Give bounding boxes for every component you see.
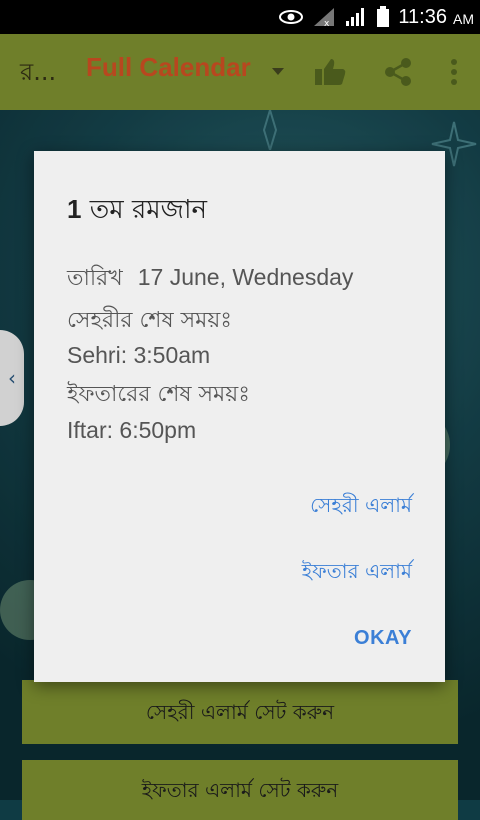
okay-button[interactable]: OKAY (354, 627, 412, 650)
signal-icon (344, 6, 368, 28)
eye-icon (278, 9, 304, 25)
status-bar: x 11:36 AM (0, 0, 480, 34)
iftar-end-label: ইফতারের শেষ সময়ঃ (67, 382, 250, 407)
iftar-alarm-link[interactable]: ইফতার এলার্ম (302, 557, 412, 590)
app-bar: র... Full Calendar (0, 34, 480, 110)
clock-time: 11:36 (398, 5, 447, 28)
ramadan-day-dialog: 1 তম রমজান তারিখ 17 June, Wednesday সেহর… (34, 151, 445, 682)
set-iftar-alarm-button[interactable]: ইফতার এলার্ম সেট করুন (22, 760, 458, 820)
iftar-time: Iftar: 6:50pm (67, 417, 197, 443)
sehri-end-label: সেহরীর শেষ সময়ঃ (67, 308, 233, 333)
sehri-time: Sehri: 3:50am (67, 342, 211, 368)
calendar-dropdown[interactable]: Full Calendar (86, 52, 251, 83)
date-label: তারিখ (67, 266, 123, 291)
dropdown-arrow-icon[interactable] (272, 68, 284, 75)
overflow-menu-icon[interactable] (436, 54, 472, 90)
dialog-title-number: 1 (67, 194, 82, 224)
date-row: তারিখ 17 June, Wednesday (67, 261, 353, 298)
app-title: র... (20, 58, 57, 86)
share-icon[interactable] (380, 54, 416, 90)
battery-icon (376, 6, 390, 28)
clock-ampm: AM (453, 11, 474, 27)
dialog-title-text: তম রমজান (89, 195, 208, 225)
dialog-title: 1 তম রমজান (67, 189, 207, 233)
no-signal-icon: x (312, 6, 336, 28)
set-sehri-alarm-button[interactable]: সেহরী এলার্ম সেট করুন (22, 680, 458, 744)
like-icon[interactable] (312, 54, 348, 90)
date-value: 17 June, Wednesday (137, 264, 354, 290)
svg-text:x: x (324, 19, 330, 28)
sehri-alarm-link[interactable]: সেহরী এলার্ম (310, 491, 412, 524)
